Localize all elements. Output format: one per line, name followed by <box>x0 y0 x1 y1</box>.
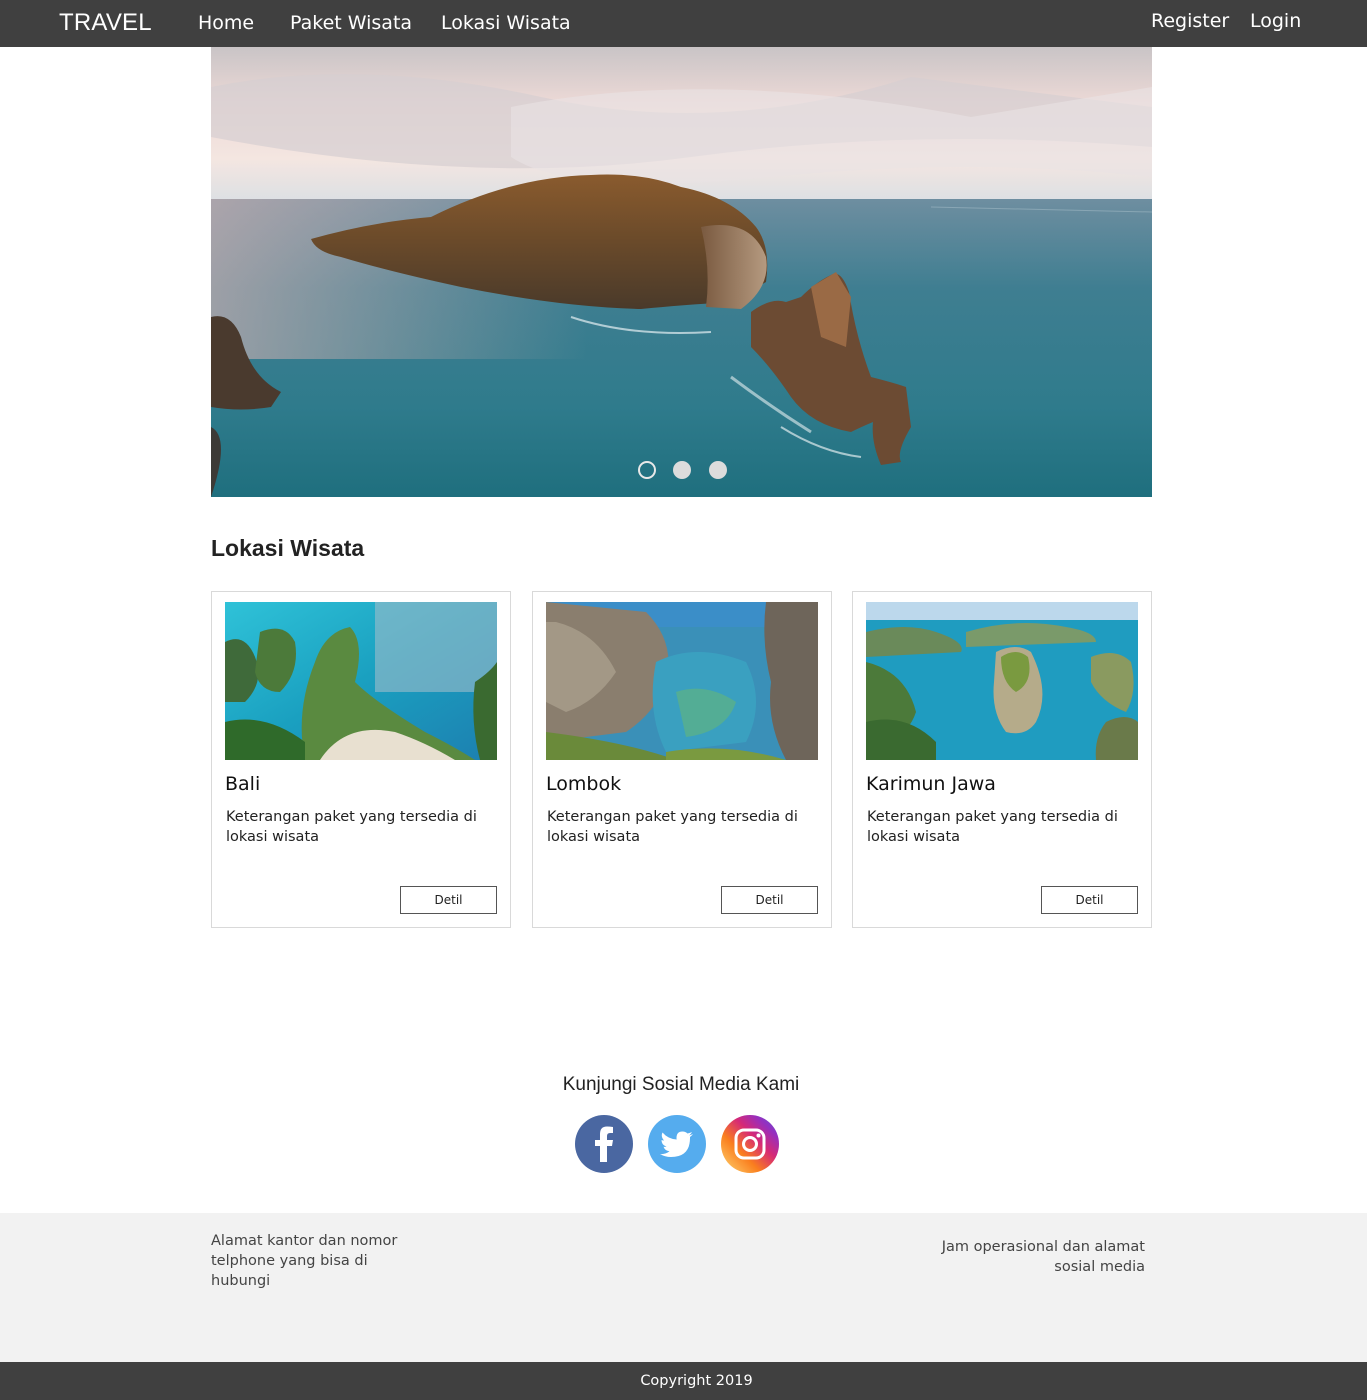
hero-carousel <box>211 47 1152 497</box>
card-image-bali <box>225 602 497 760</box>
card-title: Karimun Jawa <box>866 773 996 795</box>
copyright-bar: Copyright 2019 <box>0 1362 1367 1400</box>
nav-link-home[interactable]: Home <box>198 12 254 34</box>
carousel-indicator-1[interactable] <box>638 461 656 479</box>
card-karimun-jawa: Karimun Jawa Keterangan paket yang terse… <box>852 591 1152 928</box>
card-description: Keterangan paket yang tersedia di lokasi… <box>867 809 1118 845</box>
card-image-lombok <box>546 602 818 760</box>
twitter-icon[interactable] <box>647 1114 707 1174</box>
carousel-indicator-2[interactable] <box>673 461 691 479</box>
office-contact-info: Alamat kantor dan nomor telphone yang bi… <box>211 1233 398 1289</box>
card-description: Keterangan paket yang tersedia di lokasi… <box>547 809 798 845</box>
card-image-karimun-jawa <box>866 602 1138 760</box>
facebook-icon[interactable] <box>574 1114 634 1174</box>
card-bali: Bali Keterangan paket yang tersedia di l… <box>211 591 511 928</box>
card-description: Keterangan paket yang tersedia di lokasi… <box>226 809 477 845</box>
instagram-icon[interactable] <box>720 1114 780 1174</box>
brand-logo[interactable]: TRAVEL <box>59 9 152 37</box>
carousel-indicator-3[interactable] <box>709 461 727 479</box>
nav-link-paket-wisata[interactable]: Paket Wisata <box>290 12 412 34</box>
detil-button[interactable]: Detil <box>1041 886 1138 914</box>
section-title: Lokasi Wisata <box>211 535 365 561</box>
card-title: Bali <box>225 773 261 795</box>
login-link[interactable]: Login <box>1250 10 1301 32</box>
detil-button[interactable]: Detil <box>721 886 818 914</box>
card-title: Lombok <box>546 773 622 795</box>
operational-hours-info: Jam operasional dan alamat sosial media <box>941 1239 1145 1275</box>
card-lombok: Lombok Keterangan paket yang tersedia di… <box>532 591 832 928</box>
info-footer: Alamat kantor dan nomor telphone yang bi… <box>0 1213 1367 1362</box>
detil-button[interactable]: Detil <box>400 886 497 914</box>
navbar: TRAVEL Home Paket Wisata Lokasi Wisata R… <box>0 0 1367 47</box>
social-title: Kunjungi Sosial Media Kami <box>562 1074 800 1095</box>
register-link[interactable]: Register <box>1151 10 1229 32</box>
hero-image <box>211 47 1152 497</box>
nav-link-lokasi-wisata[interactable]: Lokasi Wisata <box>441 12 571 34</box>
